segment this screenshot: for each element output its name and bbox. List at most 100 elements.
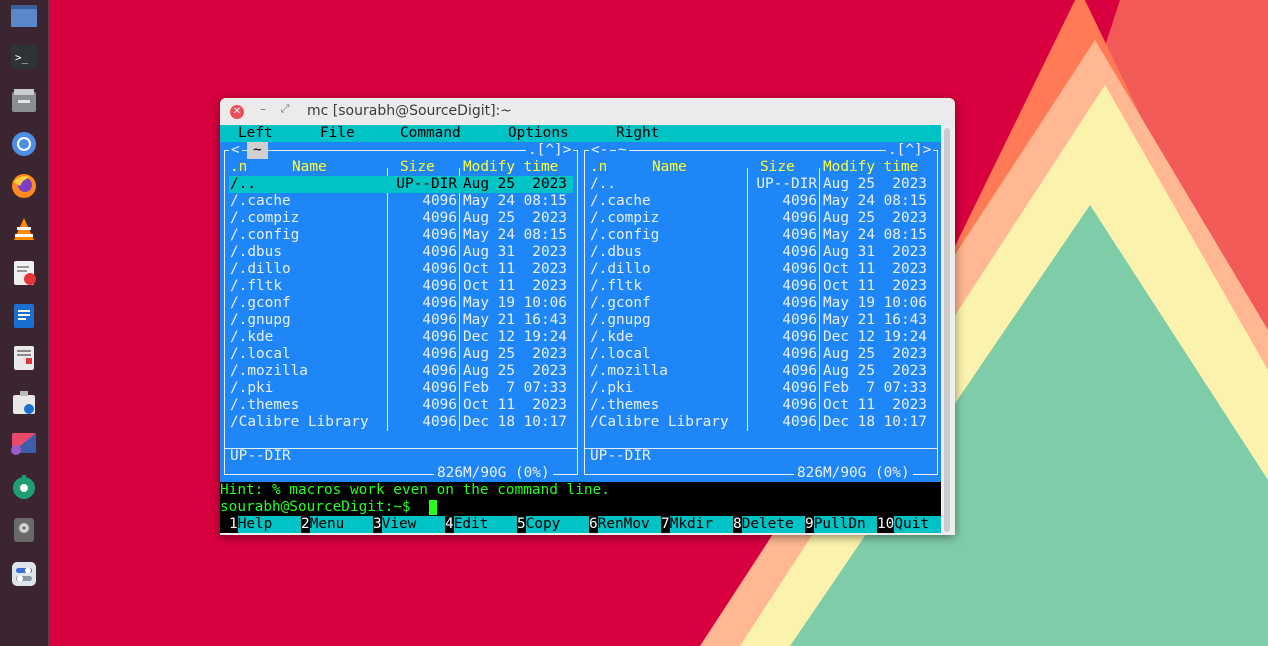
file-size: 4096 (782, 295, 817, 311)
table-row[interactable]: /.gconf 4096 May 19 10:06 (580, 295, 940, 312)
right-header-size[interactable]: Size (760, 159, 795, 176)
table-row[interactable]: /.pki 4096 Feb 7 07:33 (580, 380, 940, 397)
table-row[interactable]: /.. UP--DIR Aug 25 2023 (220, 176, 580, 193)
fkey-help-button[interactable]: Help (237, 516, 301, 533)
minimize-button[interactable]: – (256, 102, 270, 120)
file-size: 4096 (422, 295, 457, 311)
file-name: /.pki (230, 380, 274, 396)
title-bar[interactable]: ✕ – ⤢ mc [sourabh@SourceDigit]:~ (220, 98, 955, 126)
table-row[interactable]: /.local 4096 Aug 25 2023 (220, 346, 580, 363)
file-modify-time: Aug 25 2023 (463, 210, 567, 226)
table-row[interactable]: /.compiz 4096 Aug 25 2023 (580, 210, 940, 227)
left-header-time[interactable]: Modify time (463, 159, 558, 176)
table-row[interactable]: /Calibre Library 4096 Dec 18 10:17 (580, 414, 940, 431)
table-row[interactable]: /.local 4096 Aug 25 2023 (580, 346, 940, 363)
left-header-name[interactable]: Name (292, 159, 327, 176)
file-modify-time: May 21 16:43 (463, 312, 567, 328)
right-path[interactable]: ~ (616, 142, 629, 159)
shell-prompt[interactable]: sourabh@SourceDigit:~$ (220, 499, 411, 516)
fkey-menu-button[interactable]: Menu (309, 516, 373, 533)
chromium-icon[interactable] (8, 128, 40, 160)
table-row[interactable]: /.mozilla 4096 Aug 25 2023 (580, 363, 940, 380)
disk-icon[interactable] (8, 514, 40, 546)
writer-icon[interactable] (8, 300, 40, 332)
file-size: 4096 (782, 244, 817, 260)
fkey-quit-button[interactable]: Quit (894, 516, 941, 533)
table-row[interactable]: /.fltk 4096 Oct 11 2023 (580, 278, 940, 295)
table-row[interactable]: /.dbus 4096 Aug 31 2023 (580, 244, 940, 261)
image-editor-icon[interactable] (8, 428, 40, 460)
settings-gear-icon[interactable] (8, 472, 40, 504)
table-row[interactable]: /.config 4096 May 24 08:15 (580, 227, 940, 244)
table-row[interactable]: /.pki 4096 Feb 7 07:33 (220, 380, 580, 397)
right-path-suffix[interactable]: .[^]> (886, 142, 934, 159)
table-row[interactable]: /.mozilla 4096 Aug 25 2023 (220, 363, 580, 380)
hint-line: Hint: % macros work even on the command … (220, 482, 610, 498)
menu-right[interactable]: Right (616, 125, 659, 142)
file-size: UP--DIR (756, 176, 817, 192)
table-row[interactable]: /.themes 4096 Oct 11 2023 (580, 397, 940, 414)
maximize-button[interactable]: ⤢ (278, 102, 292, 120)
vlc-icon[interactable] (8, 214, 40, 246)
file-size: 4096 (422, 193, 457, 209)
file-size: 4096 (782, 312, 817, 328)
fkey-edit-button[interactable]: Edit (453, 516, 517, 533)
right-header-time[interactable]: Modify time (823, 159, 918, 176)
fkey-renmov-button[interactable]: RenMov (597, 516, 661, 533)
file-size: 4096 (422, 210, 457, 226)
right-header-sort[interactable]: .n (590, 159, 607, 176)
table-row[interactable]: /.gnupg 4096 May 21 16:43 (220, 312, 580, 329)
right-header-name[interactable]: Name (652, 159, 687, 176)
menu-options[interactable]: Options (508, 125, 569, 142)
menu-command[interactable]: Command (400, 125, 461, 142)
fkey-number: 8 (733, 516, 742, 532)
file-modify-time: Aug 25 2023 (463, 363, 567, 379)
table-row[interactable]: /.config 4096 May 24 08:15 (220, 227, 580, 244)
file-manager-icon[interactable] (8, 84, 40, 116)
fkey-pulldn-button[interactable]: PullDn (813, 516, 877, 533)
left-path[interactable]: ~ (247, 142, 268, 159)
table-row[interactable]: /.gconf 4096 May 19 10:06 (220, 295, 580, 312)
left-header-size[interactable]: Size (400, 159, 435, 176)
dock: >_ (0, 0, 49, 646)
menu-left[interactable]: Left (238, 125, 273, 142)
table-row[interactable]: /.themes 4096 Oct 11 2023 (220, 397, 580, 414)
document-viewer-icon[interactable] (8, 342, 40, 374)
fkey-mkdir-button[interactable]: Mkdir (669, 516, 733, 533)
table-row[interactable]: /Calibre Library 4096 Dec 18 10:17 (220, 414, 580, 431)
table-row[interactable]: /.gnupg 4096 May 21 16:43 (580, 312, 940, 329)
file-size: 4096 (422, 414, 457, 430)
left-path-suffix[interactable]: .[^]> (526, 142, 574, 159)
software-install-icon[interactable] (8, 386, 40, 418)
firefox-icon[interactable] (8, 170, 40, 202)
table-row[interactable]: /.dillo 4096 Oct 11 2023 (580, 261, 940, 278)
fkey-copy-button[interactable]: Copy (525, 516, 589, 533)
terminal-content[interactable]: Left File Command Options Right < ~ .[^]… (220, 125, 941, 533)
left-header-sort[interactable]: .n (230, 159, 247, 176)
menu-file[interactable]: File (320, 125, 355, 142)
toggles-icon[interactable] (8, 558, 40, 590)
table-row[interactable]: /.dillo 4096 Oct 11 2023 (220, 261, 580, 278)
file-name: /.. (230, 176, 256, 192)
fkey-view-button[interactable]: View (381, 516, 445, 533)
scrollbar[interactable] (944, 128, 950, 532)
left-panel[interactable]: < ~ .[^]> .n Name Size Modify time /.. UP… (220, 142, 580, 482)
show-desktop-icon[interactable] (8, 0, 40, 32)
table-row[interactable]: /.. UP--DIR Aug 25 2023 (580, 176, 940, 193)
file-name: /.kde (590, 329, 634, 345)
table-row[interactable]: /.compiz 4096 Aug 25 2023 (220, 210, 580, 227)
table-row[interactable]: /.cache 4096 May 24 08:15 (220, 193, 580, 210)
file-name: /.local (590, 346, 651, 362)
close-button[interactable]: ✕ (230, 105, 244, 119)
table-row[interactable]: /.kde 4096 Dec 12 19:24 (580, 329, 940, 346)
text-cursor (429, 500, 437, 515)
table-row[interactable]: /.dbus 4096 Aug 31 2023 (220, 244, 580, 261)
file-name: /.config (230, 227, 300, 243)
table-row[interactable]: /.fltk 4096 Oct 11 2023 (220, 278, 580, 295)
table-row[interactable]: /.kde 4096 Dec 12 19:24 (220, 329, 580, 346)
text-editor-icon[interactable] (8, 257, 40, 289)
fkey-delete-button[interactable]: Delete (741, 516, 805, 533)
table-row[interactable]: /.cache 4096 May 24 08:15 (580, 193, 940, 210)
terminal-icon[interactable]: >_ (8, 41, 40, 73)
right-panel[interactable]: <- ~ .[^]> .n Name Size Modify time /.. U… (580, 142, 940, 482)
